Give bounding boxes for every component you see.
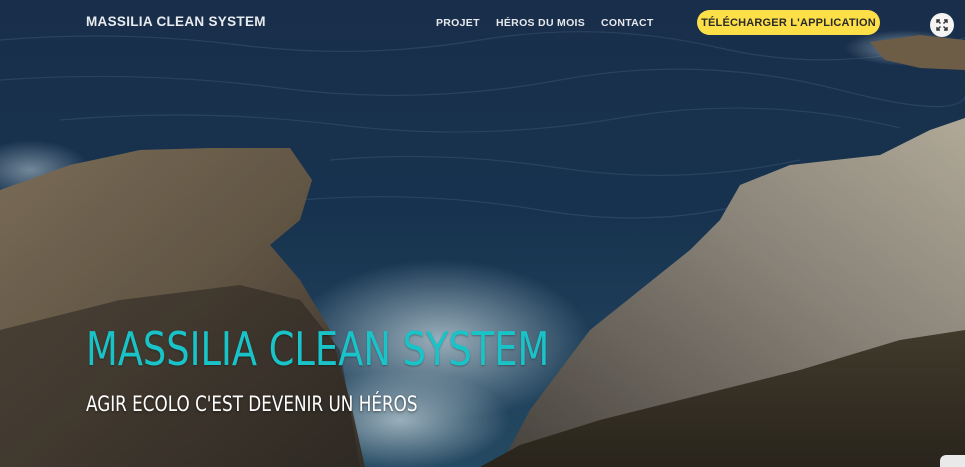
nav-link-projet[interactable]: PROJET <box>436 17 480 29</box>
nav-link-heros-du-mois[interactable]: HÉROS DU MOIS <box>496 17 585 29</box>
top-navbar: MASSILIA CLEAN SYSTEM PROJET HÉROS DU MO… <box>0 0 965 46</box>
fullscreen-button[interactable] <box>930 13 954 37</box>
brand-logo-text[interactable]: MASSILIA CLEAN SYSTEM <box>86 14 266 29</box>
nav-link-contact[interactable]: CONTACT <box>601 17 654 29</box>
corner-widget <box>940 455 965 467</box>
expand-icon <box>936 19 948 31</box>
hero-title: MASSILIA CLEAN SYSTEM <box>86 322 550 376</box>
hero-subtitle: AGIR ECOLO C'EST DEVENIR UN HÉROS <box>86 392 418 416</box>
download-app-button[interactable]: TÉLÉCHARGER L'APPLICATION <box>697 10 880 35</box>
